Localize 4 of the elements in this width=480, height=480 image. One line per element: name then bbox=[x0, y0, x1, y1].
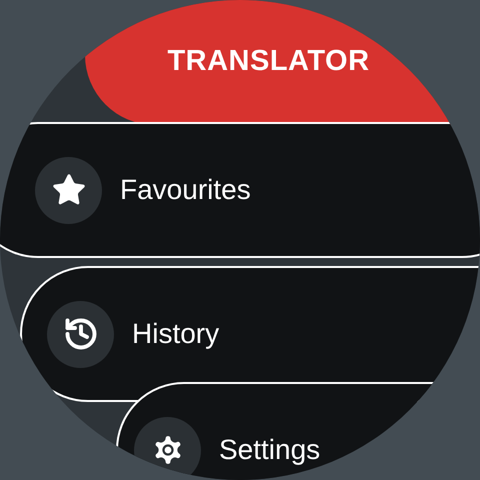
menu-item[interactable]: Favourites bbox=[0, 122, 480, 258]
app-title: TRANSLATOR bbox=[167, 44, 370, 80]
history-icon bbox=[62, 316, 98, 352]
menu-item[interactable]: History bbox=[20, 266, 480, 402]
